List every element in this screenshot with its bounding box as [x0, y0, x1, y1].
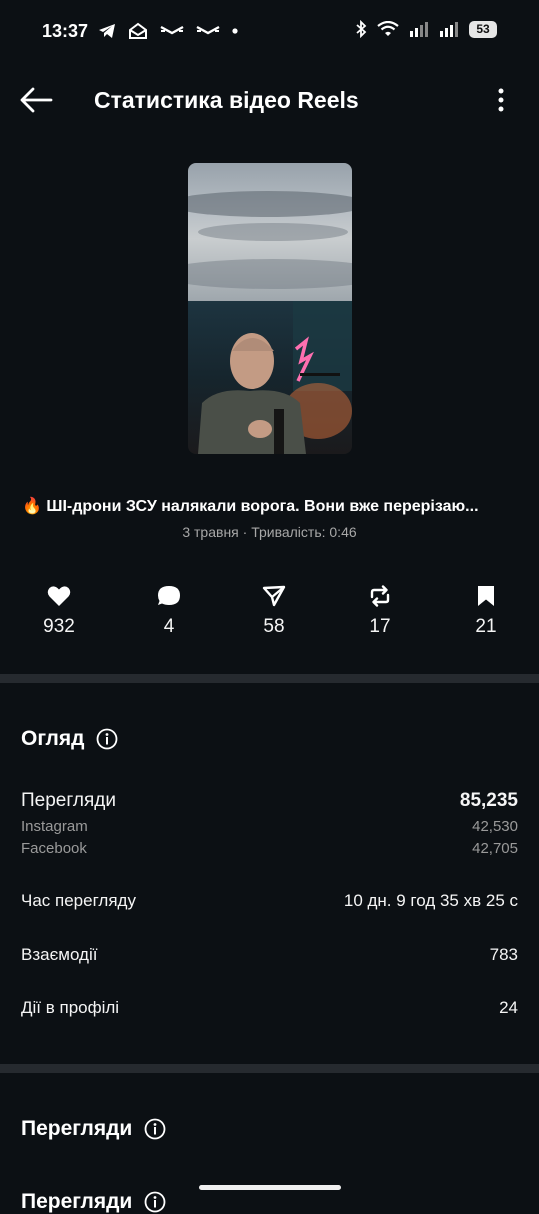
- video-title: 🔥 ШІ-дрони ЗСУ налякали ворога. Вони вже…: [22, 498, 479, 515]
- repost-icon: [370, 585, 390, 607]
- arrow-left-icon: [20, 87, 53, 113]
- interactions-label: Взаємодії: [21, 945, 98, 964]
- person-figure: [198, 301, 352, 454]
- watch-time-value: 10 дн. 9 год 35 хв 25 с: [343, 891, 518, 910]
- status-time: 13:37: [42, 21, 89, 41]
- saves-count: 21: [475, 616, 497, 637]
- instagram-label: Instagram: [21, 818, 88, 835]
- ukrnet-icon: [196, 25, 220, 35]
- page-title: Статистика відео Reels: [94, 87, 359, 113]
- views-label: Перегляди: [21, 790, 116, 811]
- shares-stat[interactable]: 58: [244, 585, 304, 638]
- more-vertical-icon: [498, 88, 504, 112]
- profile-actions-value: 24: [499, 998, 518, 1017]
- system-icons: 53: [355, 20, 497, 38]
- likes-count: 932: [43, 616, 75, 637]
- signal-icon: [440, 22, 458, 37]
- notification-icons: [98, 22, 238, 40]
- wifi-icon: [377, 21, 399, 36]
- facebook-value: 42,705: [472, 840, 518, 857]
- telegram-icon: [99, 24, 115, 38]
- mail-icon: [129, 22, 147, 39]
- likes-stat[interactable]: 932: [29, 585, 89, 638]
- section-divider: [0, 674, 539, 683]
- views-section-title: Перегляди: [21, 1117, 133, 1140]
- bluetooth-icon: [356, 20, 367, 38]
- views-heading: Перегляди: [21, 1117, 166, 1141]
- interactions-value: 783: [489, 945, 518, 964]
- battery-indicator: 53: [469, 20, 497, 38]
- thumbnail-sky: [188, 163, 352, 301]
- comment-icon: [158, 586, 180, 605]
- dot-icon: [232, 28, 238, 34]
- ukrnet-icon: [160, 25, 184, 35]
- overview-title: Огляд: [21, 727, 85, 750]
- views-section-subtitle: Перегляди: [21, 1190, 133, 1213]
- info-icon[interactable]: [96, 728, 118, 750]
- instagram-value: 42,530: [472, 818, 518, 835]
- comments-stat[interactable]: 4: [139, 585, 199, 638]
- signal-icon: [410, 22, 428, 37]
- views-value: 85,235: [459, 790, 518, 811]
- video-thumbnail[interactable]: [188, 163, 352, 454]
- reposts-stat[interactable]: 17: [350, 585, 410, 638]
- shares-count: 58: [263, 616, 285, 637]
- share-icon: [262, 585, 286, 607]
- home-indicator[interactable]: [199, 1185, 341, 1190]
- saves-stat[interactable]: 21: [456, 585, 516, 638]
- watch-time-label: Час перегляду: [21, 891, 136, 910]
- video-meta: 3 травня · Тривалість: 0:46: [182, 524, 357, 540]
- comments-count: 4: [163, 616, 175, 637]
- facebook-label: Facebook: [21, 840, 87, 857]
- app-bar: Статистика відео Reels: [0, 70, 539, 130]
- reposts-count: 17: [369, 616, 391, 637]
- heart-icon: [47, 586, 71, 606]
- section-divider: [0, 1064, 539, 1073]
- overview-heading: Огляд: [21, 727, 118, 751]
- views-subheading: Перегляди: [21, 1190, 166, 1214]
- bookmark-icon: [478, 586, 494, 606]
- info-icon[interactable]: [144, 1191, 166, 1213]
- more-options-button[interactable]: [489, 84, 513, 116]
- back-button[interactable]: [18, 84, 54, 116]
- thumbnail-person-scene: [188, 301, 352, 454]
- profile-actions-label: Дії в профілі: [21, 998, 120, 1017]
- info-icon[interactable]: [144, 1118, 166, 1140]
- status-bar: 13:37 53: [0, 0, 539, 64]
